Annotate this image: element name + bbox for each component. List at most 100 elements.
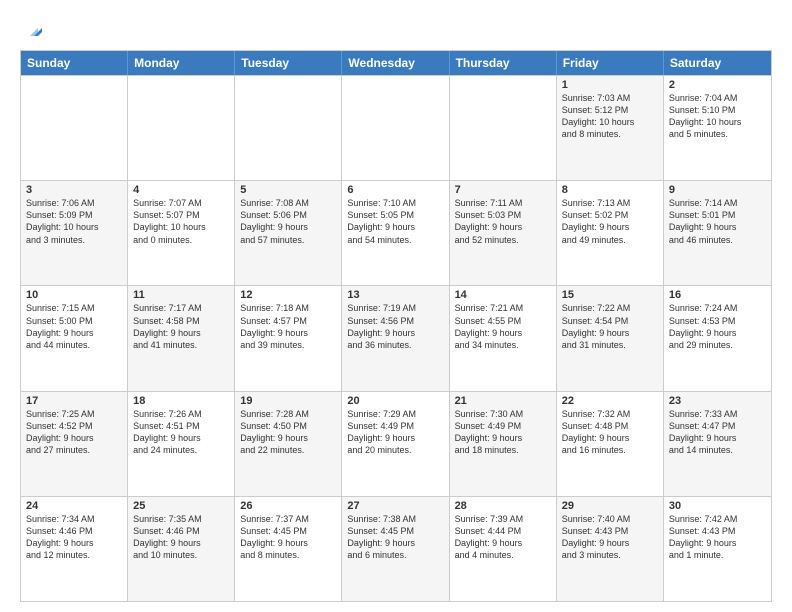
calendar-header-cell: Monday bbox=[128, 51, 235, 75]
day-number: 6 bbox=[347, 184, 443, 196]
calendar-cell: 28Sunrise: 7:39 AM Sunset: 4:44 PM Dayli… bbox=[450, 497, 557, 601]
cell-info: Sunrise: 7:40 AM Sunset: 4:43 PM Dayligh… bbox=[562, 513, 658, 562]
cell-info: Sunrise: 7:14 AM Sunset: 5:01 PM Dayligh… bbox=[669, 197, 766, 246]
cell-info: Sunrise: 7:37 AM Sunset: 4:45 PM Dayligh… bbox=[240, 513, 336, 562]
calendar-cell: 6Sunrise: 7:10 AM Sunset: 5:05 PM Daylig… bbox=[342, 181, 449, 285]
cell-info: Sunrise: 7:22 AM Sunset: 4:54 PM Dayligh… bbox=[562, 302, 658, 351]
day-number: 8 bbox=[562, 184, 658, 196]
cell-info: Sunrise: 7:26 AM Sunset: 4:51 PM Dayligh… bbox=[133, 408, 229, 457]
cell-info: Sunrise: 7:04 AM Sunset: 5:10 PM Dayligh… bbox=[669, 92, 766, 141]
day-number: 9 bbox=[669, 184, 766, 196]
cell-info: Sunrise: 7:08 AM Sunset: 5:06 PM Dayligh… bbox=[240, 197, 336, 246]
calendar-header-cell: Friday bbox=[557, 51, 664, 75]
day-number: 21 bbox=[455, 395, 551, 407]
cell-info: Sunrise: 7:35 AM Sunset: 4:46 PM Dayligh… bbox=[133, 513, 229, 562]
day-number: 16 bbox=[669, 289, 766, 301]
calendar-cell: 25Sunrise: 7:35 AM Sunset: 4:46 PM Dayli… bbox=[128, 497, 235, 601]
cell-info: Sunrise: 7:21 AM Sunset: 4:55 PM Dayligh… bbox=[455, 302, 551, 351]
cell-info: Sunrise: 7:30 AM Sunset: 4:49 PM Dayligh… bbox=[455, 408, 551, 457]
day-number: 4 bbox=[133, 184, 229, 196]
calendar-cell: 18Sunrise: 7:26 AM Sunset: 4:51 PM Dayli… bbox=[128, 392, 235, 496]
day-number: 24 bbox=[26, 500, 122, 512]
calendar-row: 10Sunrise: 7:15 AM Sunset: 5:00 PM Dayli… bbox=[21, 285, 771, 390]
calendar-cell: 21Sunrise: 7:30 AM Sunset: 4:49 PM Dayli… bbox=[450, 392, 557, 496]
calendar-cell: 16Sunrise: 7:24 AM Sunset: 4:53 PM Dayli… bbox=[664, 286, 771, 390]
day-number: 25 bbox=[133, 500, 229, 512]
day-number: 3 bbox=[26, 184, 122, 196]
day-number: 29 bbox=[562, 500, 658, 512]
calendar-cell: 24Sunrise: 7:34 AM Sunset: 4:46 PM Dayli… bbox=[21, 497, 128, 601]
calendar-cell: 15Sunrise: 7:22 AM Sunset: 4:54 PM Dayli… bbox=[557, 286, 664, 390]
calendar-cell: 13Sunrise: 7:19 AM Sunset: 4:56 PM Dayli… bbox=[342, 286, 449, 390]
calendar-cell: 17Sunrise: 7:25 AM Sunset: 4:52 PM Dayli… bbox=[21, 392, 128, 496]
calendar-cell: 10Sunrise: 7:15 AM Sunset: 5:00 PM Dayli… bbox=[21, 286, 128, 390]
calendar-header-cell: Tuesday bbox=[235, 51, 342, 75]
cell-info: Sunrise: 7:28 AM Sunset: 4:50 PM Dayligh… bbox=[240, 408, 336, 457]
day-number: 13 bbox=[347, 289, 443, 301]
day-number: 10 bbox=[26, 289, 122, 301]
calendar-cell: 19Sunrise: 7:28 AM Sunset: 4:50 PM Dayli… bbox=[235, 392, 342, 496]
calendar-body: 1Sunrise: 7:03 AM Sunset: 5:12 PM Daylig… bbox=[21, 75, 771, 601]
calendar-cell: 7Sunrise: 7:11 AM Sunset: 5:03 PM Daylig… bbox=[450, 181, 557, 285]
calendar-cell: 22Sunrise: 7:32 AM Sunset: 4:48 PM Dayli… bbox=[557, 392, 664, 496]
day-number: 12 bbox=[240, 289, 336, 301]
cell-info: Sunrise: 7:07 AM Sunset: 5:07 PM Dayligh… bbox=[133, 197, 229, 246]
day-number: 22 bbox=[562, 395, 658, 407]
calendar-cell: 29Sunrise: 7:40 AM Sunset: 4:43 PM Dayli… bbox=[557, 497, 664, 601]
cell-info: Sunrise: 7:34 AM Sunset: 4:46 PM Dayligh… bbox=[26, 513, 122, 562]
calendar-cell: 5Sunrise: 7:08 AM Sunset: 5:06 PM Daylig… bbox=[235, 181, 342, 285]
cell-info: Sunrise: 7:38 AM Sunset: 4:45 PM Dayligh… bbox=[347, 513, 443, 562]
calendar-cell bbox=[450, 76, 557, 180]
day-number: 11 bbox=[133, 289, 229, 301]
day-number: 18 bbox=[133, 395, 229, 407]
calendar-cell: 14Sunrise: 7:21 AM Sunset: 4:55 PM Dayli… bbox=[450, 286, 557, 390]
day-number: 14 bbox=[455, 289, 551, 301]
cell-info: Sunrise: 7:06 AM Sunset: 5:09 PM Dayligh… bbox=[26, 197, 122, 246]
calendar-header-cell: Saturday bbox=[664, 51, 771, 75]
calendar-cell bbox=[342, 76, 449, 180]
calendar-cell: 12Sunrise: 7:18 AM Sunset: 4:57 PM Dayli… bbox=[235, 286, 342, 390]
day-number: 26 bbox=[240, 500, 336, 512]
day-number: 17 bbox=[26, 395, 122, 407]
cell-info: Sunrise: 7:32 AM Sunset: 4:48 PM Dayligh… bbox=[562, 408, 658, 457]
calendar-cell bbox=[21, 76, 128, 180]
day-number: 7 bbox=[455, 184, 551, 196]
calendar-header-row: SundayMondayTuesdayWednesdayThursdayFrid… bbox=[21, 51, 771, 75]
calendar-row: 24Sunrise: 7:34 AM Sunset: 4:46 PM Dayli… bbox=[21, 496, 771, 601]
day-number: 19 bbox=[240, 395, 336, 407]
header bbox=[20, 18, 772, 40]
cell-info: Sunrise: 7:33 AM Sunset: 4:47 PM Dayligh… bbox=[669, 408, 766, 457]
day-number: 1 bbox=[562, 79, 658, 91]
day-number: 15 bbox=[562, 289, 658, 301]
cell-info: Sunrise: 7:24 AM Sunset: 4:53 PM Dayligh… bbox=[669, 302, 766, 351]
calendar-cell: 26Sunrise: 7:37 AM Sunset: 4:45 PM Dayli… bbox=[235, 497, 342, 601]
day-number: 27 bbox=[347, 500, 443, 512]
calendar-cell: 23Sunrise: 7:33 AM Sunset: 4:47 PM Dayli… bbox=[664, 392, 771, 496]
cell-info: Sunrise: 7:17 AM Sunset: 4:58 PM Dayligh… bbox=[133, 302, 229, 351]
cell-info: Sunrise: 7:42 AM Sunset: 4:43 PM Dayligh… bbox=[669, 513, 766, 562]
calendar-cell: 1Sunrise: 7:03 AM Sunset: 5:12 PM Daylig… bbox=[557, 76, 664, 180]
day-number: 5 bbox=[240, 184, 336, 196]
calendar-cell: 3Sunrise: 7:06 AM Sunset: 5:09 PM Daylig… bbox=[21, 181, 128, 285]
cell-info: Sunrise: 7:19 AM Sunset: 4:56 PM Dayligh… bbox=[347, 302, 443, 351]
cell-info: Sunrise: 7:11 AM Sunset: 5:03 PM Dayligh… bbox=[455, 197, 551, 246]
calendar-row: 3Sunrise: 7:06 AM Sunset: 5:09 PM Daylig… bbox=[21, 180, 771, 285]
cell-info: Sunrise: 7:03 AM Sunset: 5:12 PM Dayligh… bbox=[562, 92, 658, 141]
day-number: 2 bbox=[669, 79, 766, 91]
calendar-cell bbox=[235, 76, 342, 180]
calendar-cell: 4Sunrise: 7:07 AM Sunset: 5:07 PM Daylig… bbox=[128, 181, 235, 285]
day-number: 28 bbox=[455, 500, 551, 512]
calendar: SundayMondayTuesdayWednesdayThursdayFrid… bbox=[20, 50, 772, 602]
calendar-cell bbox=[128, 76, 235, 180]
cell-info: Sunrise: 7:18 AM Sunset: 4:57 PM Dayligh… bbox=[240, 302, 336, 351]
day-number: 23 bbox=[669, 395, 766, 407]
cell-info: Sunrise: 7:29 AM Sunset: 4:49 PM Dayligh… bbox=[347, 408, 443, 457]
logo bbox=[20, 18, 46, 40]
calendar-header-cell: Thursday bbox=[450, 51, 557, 75]
logo-icon bbox=[20, 18, 42, 40]
calendar-row: 17Sunrise: 7:25 AM Sunset: 4:52 PM Dayli… bbox=[21, 391, 771, 496]
cell-info: Sunrise: 7:13 AM Sunset: 5:02 PM Dayligh… bbox=[562, 197, 658, 246]
cell-info: Sunrise: 7:15 AM Sunset: 5:00 PM Dayligh… bbox=[26, 302, 122, 351]
page: SundayMondayTuesdayWednesdayThursdayFrid… bbox=[0, 0, 792, 612]
day-number: 20 bbox=[347, 395, 443, 407]
